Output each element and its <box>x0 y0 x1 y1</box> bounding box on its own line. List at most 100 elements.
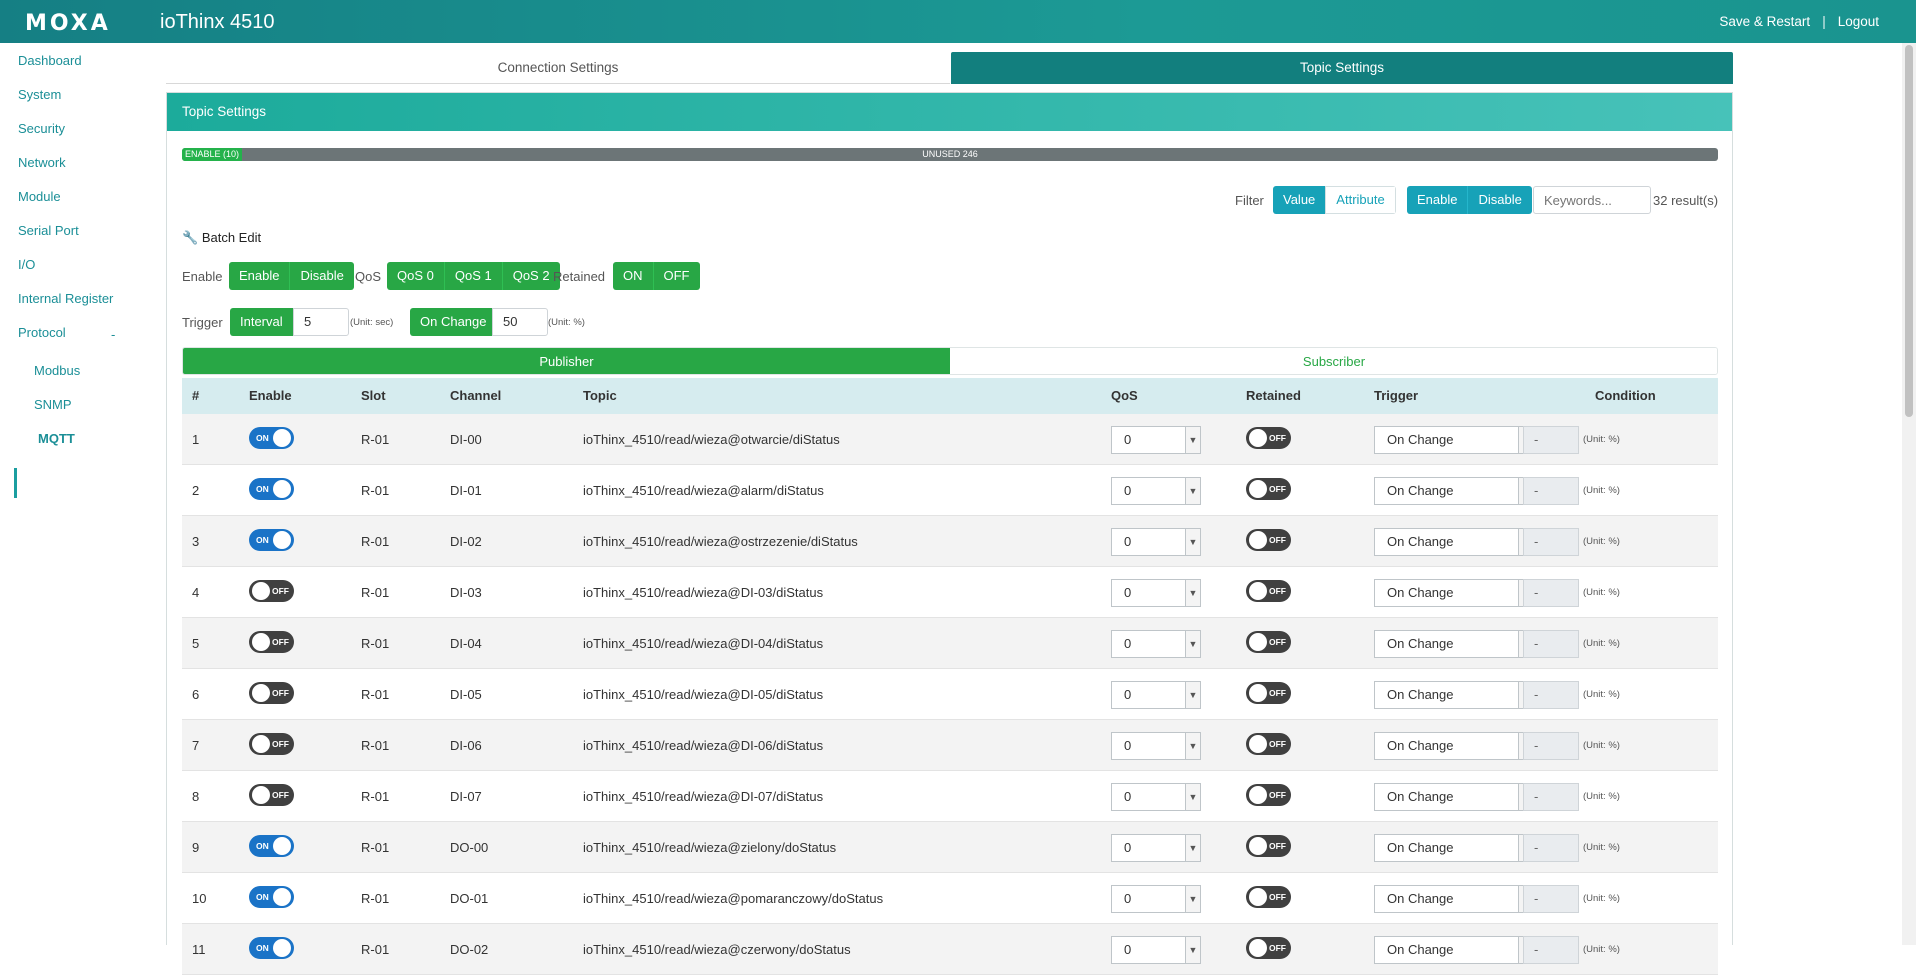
interval-button[interactable]: Interval <box>230 308 293 336</box>
enable-toggle[interactable]: OFF <box>249 631 294 653</box>
tab-publisher[interactable]: Publisher <box>183 348 950 374</box>
condition-input[interactable]: - <box>1523 630 1579 658</box>
trigger-select[interactable]: On Change▼ <box>1374 477 1534 505</box>
enable-toggle[interactable]: ON <box>249 478 294 500</box>
tab-subscriber[interactable]: Subscriber <box>950 348 1717 374</box>
trigger-select[interactable]: On Change▼ <box>1374 936 1534 964</box>
col-enable: Enable <box>249 388 292 403</box>
trigger-select[interactable]: On Change▼ <box>1374 528 1534 556</box>
condition-input[interactable]: - <box>1523 783 1579 811</box>
trigger-select[interactable]: On Change▼ <box>1374 426 1534 454</box>
enable-toggle[interactable]: ON <box>249 937 294 959</box>
filter-value-button[interactable]: Value <box>1273 186 1326 214</box>
condition-input[interactable]: - <box>1523 732 1579 760</box>
sidebar-item-protocol[interactable]: Protocol <box>18 325 66 340</box>
sidebar-item-system[interactable]: System <box>18 87 61 102</box>
retained-toggle[interactable]: OFF <box>1246 478 1291 500</box>
sidebar-item-dashboard[interactable]: Dashboard <box>18 53 82 68</box>
filter-enable-button[interactable]: Enable <box>1407 186 1468 214</box>
scrollbar-thumb[interactable] <box>1905 45 1913 417</box>
condition-input[interactable]: - <box>1523 834 1579 862</box>
filter-attribute-button[interactable]: Attribute <box>1325 186 1396 214</box>
batch-retained-on-button[interactable]: ON <box>613 262 653 290</box>
retained-toggle[interactable]: OFF <box>1246 886 1291 908</box>
sidebar-item-network[interactable]: Network <box>18 155 66 170</box>
condition-input[interactable]: - <box>1523 885 1579 913</box>
qos-select[interactable]: 0 ▼ <box>1111 936 1201 964</box>
enable-toggle[interactable]: ON <box>249 529 294 551</box>
header-links: Save & Restart | Logout <box>1713 14 1885 29</box>
trigger-select[interactable]: On Change▼ <box>1374 732 1534 760</box>
interval-group: Interval <box>230 308 293 336</box>
qos-select[interactable]: 0 ▼ <box>1111 834 1201 862</box>
qos-select[interactable]: 0 ▼ <box>1111 579 1201 607</box>
page-scrollbar[interactable] <box>1902 43 1916 945</box>
qos-select[interactable]: 0 ▼ <box>1111 783 1201 811</box>
sidebar-item-security[interactable]: Security <box>18 121 65 136</box>
batch-enable-label: Enable <box>182 269 223 284</box>
save-restart-link[interactable]: Save & Restart <box>1719 14 1810 29</box>
onchange-input[interactable]: 50 <box>492 308 548 336</box>
retained-toggle[interactable]: OFF <box>1246 682 1291 704</box>
filter-disable-button[interactable]: Disable <box>1467 186 1532 214</box>
retained-toggle[interactable]: OFF <box>1246 937 1291 959</box>
enable-toggle[interactable]: OFF <box>249 733 294 755</box>
qos-select[interactable]: 0 ▼ <box>1111 528 1201 556</box>
retained-toggle[interactable]: OFF <box>1246 631 1291 653</box>
batch-disable-button[interactable]: Disable <box>289 262 354 290</box>
condition-input[interactable]: - <box>1523 477 1579 505</box>
trigger-select[interactable]: On Change▼ <box>1374 630 1534 658</box>
enable-toggle[interactable]: OFF <box>249 784 294 806</box>
retained-toggle[interactable]: OFF <box>1246 835 1291 857</box>
collapse-icon[interactable]: - <box>111 327 115 342</box>
batch-retained-off-button[interactable]: OFF <box>652 262 700 290</box>
enable-toggle[interactable]: ON <box>249 427 294 449</box>
condition-input[interactable]: - <box>1523 681 1579 709</box>
sidebar-item-internal-register[interactable]: Internal Register <box>18 291 113 306</box>
sidebar-item-module[interactable]: Module <box>18 189 61 204</box>
tab-topic-settings[interactable]: Topic Settings <box>951 52 1733 84</box>
logout-link[interactable]: Logout <box>1838 14 1879 29</box>
interval-input[interactable]: 5 <box>293 308 349 336</box>
condition-input[interactable]: - <box>1523 936 1579 964</box>
enable-toggle[interactable]: ON <box>249 835 294 857</box>
trigger-select[interactable]: On Change▼ <box>1374 579 1534 607</box>
retained-toggle[interactable]: OFF <box>1246 733 1291 755</box>
enable-toggle[interactable]: OFF <box>249 682 294 704</box>
filter-label: Filter <box>1235 193 1264 208</box>
condition-input[interactable]: - <box>1523 579 1579 607</box>
condition-unit: (Unit: %) <box>1583 587 1620 598</box>
batch-enable-button[interactable]: Enable <box>229 262 290 290</box>
condition-input[interactable]: - <box>1523 426 1579 454</box>
trigger-select[interactable]: On Change▼ <box>1374 681 1534 709</box>
trigger-select[interactable]: On Change▼ <box>1374 783 1534 811</box>
qos-select[interactable]: 0 ▼ <box>1111 885 1201 913</box>
sidebar-item-io[interactable]: I/O <box>18 257 35 272</box>
condition-input[interactable]: - <box>1523 528 1579 556</box>
qos-select[interactable]: 0 ▼ <box>1111 630 1201 658</box>
sidebar-item-snmp[interactable]: SNMP <box>34 397 72 412</box>
enable-toggle-text: OFF <box>272 637 289 647</box>
sidebar-item-serial-port[interactable]: Serial Port <box>18 223 79 238</box>
qos-select[interactable]: 0 ▼ <box>1111 477 1201 505</box>
qos-select[interactable]: 0 ▼ <box>1111 732 1201 760</box>
trigger-select[interactable]: On Change▼ <box>1374 885 1534 913</box>
batch-qos2-button[interactable]: QoS 2 <box>501 262 560 290</box>
sidebar-item-modbus[interactable]: Modbus <box>34 363 80 378</box>
retained-toggle[interactable]: OFF <box>1246 580 1291 602</box>
qos-select[interactable]: 0 ▼ <box>1111 681 1201 709</box>
retained-toggle[interactable]: OFF <box>1246 784 1291 806</box>
enable-toggle[interactable]: ON <box>249 886 294 908</box>
tab-connection-settings[interactable]: Connection Settings <box>166 52 950 84</box>
batch-qos0-button[interactable]: QoS 0 <box>387 262 444 290</box>
batch-qos1-button[interactable]: QoS 1 <box>443 262 502 290</box>
retained-toggle[interactable]: OFF <box>1246 529 1291 551</box>
trigger-select[interactable]: On Change▼ <box>1374 834 1534 862</box>
toggle-knob <box>1249 735 1267 753</box>
qos-select[interactable]: 0 ▼ <box>1111 426 1201 454</box>
onchange-button[interactable]: On Change <box>410 308 497 336</box>
enable-toggle[interactable]: OFF <box>249 580 294 602</box>
keywords-input[interactable] <box>1533 186 1651 214</box>
retained-toggle[interactable]: OFF <box>1246 427 1291 449</box>
sidebar-item-mqtt[interactable]: MQTT <box>38 431 75 446</box>
